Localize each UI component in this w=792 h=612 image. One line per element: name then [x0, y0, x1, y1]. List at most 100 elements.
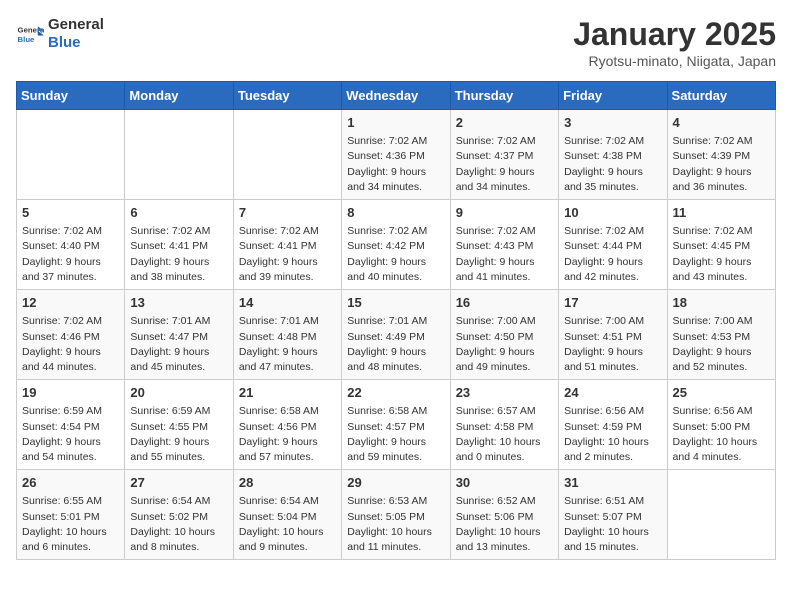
calendar-cell: 2Sunrise: 7:02 AM Sunset: 4:37 PM Daylig…	[450, 110, 558, 200]
logo-blue: Blue	[48, 34, 104, 52]
day-number: 28	[239, 474, 336, 492]
week-row-5: 26 Sunrise: 6:55 AM Sunset: 5:01 PM Dayli…	[17, 470, 776, 560]
day-number: 22	[347, 384, 444, 402]
day-number: 27	[130, 474, 227, 492]
day-number: 30	[456, 474, 553, 492]
calendar-cell: 6 Sunrise: 7:02 AM Sunset: 4:41 PM Daylig…	[125, 200, 233, 290]
weekday-row: SundayMondayTuesdayWednesdayThursdayFrid…	[17, 82, 776, 110]
calendar-cell	[17, 110, 125, 200]
day-info: Sunrise: 7:02 AM Sunset: 4:41 PM Dayligh…	[239, 224, 336, 285]
day-info: Sunrise: 6:54 AM Sunset: 5:02 PM Dayligh…	[130, 494, 227, 555]
day-number: 10	[564, 204, 661, 222]
week-row-4: 19 Sunrise: 6:59 AM Sunset: 4:54 PM Dayli…	[17, 380, 776, 470]
calendar-cell: 23 Sunrise: 6:57 AM Sunset: 4:58 PM Dayli…	[450, 380, 558, 470]
day-info: Sunrise: 6:54 AM Sunset: 5:04 PM Dayligh…	[239, 494, 336, 555]
day-info: Sunrise: 7:00 AM Sunset: 4:53 PM Dayligh…	[673, 314, 770, 375]
calendar-cell	[233, 110, 341, 200]
day-info: Sunrise: 7:01 AM Sunset: 4:47 PM Dayligh…	[130, 314, 227, 375]
day-number: 29	[347, 474, 444, 492]
calendar-cell: 18 Sunrise: 7:00 AM Sunset: 4:53 PM Dayli…	[667, 290, 775, 380]
calendar-cell: 9Sunrise: 7:02 AM Sunset: 4:43 PM Daylig…	[450, 200, 558, 290]
weekday-header-wednesday: Wednesday	[342, 82, 450, 110]
calendar-cell: 15 Sunrise: 7:01 AM Sunset: 4:49 PM Dayli…	[342, 290, 450, 380]
logo-icon: General Blue	[16, 20, 44, 48]
calendar-cell: 7 Sunrise: 7:02 AM Sunset: 4:41 PM Daylig…	[233, 200, 341, 290]
day-number: 18	[673, 294, 770, 312]
day-number: 11	[673, 204, 770, 222]
calendar-cell: 30 Sunrise: 6:52 AM Sunset: 5:06 PM Dayli…	[450, 470, 558, 560]
day-number: 23	[456, 384, 553, 402]
calendar-cell: 29 Sunrise: 6:53 AM Sunset: 5:05 PM Dayli…	[342, 470, 450, 560]
day-info: Sunrise: 7:02 AM Sunset: 4:37 PM Dayligh…	[456, 134, 553, 195]
calendar-cell: 21 Sunrise: 6:58 AM Sunset: 4:56 PM Dayli…	[233, 380, 341, 470]
day-number: 26	[22, 474, 119, 492]
calendar-cell: 1 Sunrise: 7:02 AM Sunset: 4:36 PM Daylig…	[342, 110, 450, 200]
day-number: 8	[347, 204, 444, 222]
day-number: 15	[347, 294, 444, 312]
calendar-cell: 22 Sunrise: 6:58 AM Sunset: 4:57 PM Dayli…	[342, 380, 450, 470]
day-info: Sunrise: 7:00 AM Sunset: 4:50 PM Dayligh…	[456, 314, 553, 375]
day-number: 17	[564, 294, 661, 312]
calendar-header: SundayMondayTuesdayWednesdayThursdayFrid…	[17, 82, 776, 110]
calendar-cell: 20Sunrise: 6:59 AM Sunset: 4:55 PM Dayli…	[125, 380, 233, 470]
day-number: 19	[22, 384, 119, 402]
day-info: Sunrise: 7:02 AM Sunset: 4:40 PM Dayligh…	[22, 224, 119, 285]
calendar-cell: 12Sunrise: 7:02 AM Sunset: 4:46 PM Dayli…	[17, 290, 125, 380]
day-info: Sunrise: 6:58 AM Sunset: 4:57 PM Dayligh…	[347, 404, 444, 465]
logo-general: General	[48, 16, 104, 34]
day-info: Sunrise: 6:56 AM Sunset: 4:59 PM Dayligh…	[564, 404, 661, 465]
calendar-cell	[667, 470, 775, 560]
calendar-cell: 13Sunrise: 7:01 AM Sunset: 4:47 PM Dayli…	[125, 290, 233, 380]
day-info: Sunrise: 7:02 AM Sunset: 4:42 PM Dayligh…	[347, 224, 444, 285]
day-info: Sunrise: 7:01 AM Sunset: 4:48 PM Dayligh…	[239, 314, 336, 375]
calendar-cell: 5Sunrise: 7:02 AM Sunset: 4:40 PM Daylig…	[17, 200, 125, 290]
calendar-cell: 11 Sunrise: 7:02 AM Sunset: 4:45 PM Dayli…	[667, 200, 775, 290]
day-info: Sunrise: 6:55 AM Sunset: 5:01 PM Dayligh…	[22, 494, 119, 555]
weekday-header-saturday: Saturday	[667, 82, 775, 110]
calendar-cell: 26 Sunrise: 6:55 AM Sunset: 5:01 PM Dayli…	[17, 470, 125, 560]
day-info: Sunrise: 7:02 AM Sunset: 4:45 PM Dayligh…	[673, 224, 770, 285]
day-number: 3	[564, 114, 661, 132]
day-info: Sunrise: 7:02 AM Sunset: 4:41 PM Dayligh…	[130, 224, 227, 285]
weekday-header-tuesday: Tuesday	[233, 82, 341, 110]
calendar-cell: 3 Sunrise: 7:02 AM Sunset: 4:38 PM Daylig…	[559, 110, 667, 200]
day-info: Sunrise: 6:53 AM Sunset: 5:05 PM Dayligh…	[347, 494, 444, 555]
page-header: General Blue General Blue January 2025 R…	[16, 16, 776, 69]
day-info: Sunrise: 6:51 AM Sunset: 5:07 PM Dayligh…	[564, 494, 661, 555]
day-info: Sunrise: 6:58 AM Sunset: 4:56 PM Dayligh…	[239, 404, 336, 465]
day-number: 7	[239, 204, 336, 222]
day-info: Sunrise: 6:57 AM Sunset: 4:58 PM Dayligh…	[456, 404, 553, 465]
page-title: January 2025	[573, 16, 776, 53]
week-row-1: 1 Sunrise: 7:02 AM Sunset: 4:36 PM Daylig…	[17, 110, 776, 200]
calendar-cell: 31Sunrise: 6:51 AM Sunset: 5:07 PM Dayli…	[559, 470, 667, 560]
weekday-header-monday: Monday	[125, 82, 233, 110]
day-number: 4	[673, 114, 770, 132]
day-info: Sunrise: 6:52 AM Sunset: 5:06 PM Dayligh…	[456, 494, 553, 555]
calendar-cell: 28 Sunrise: 6:54 AM Sunset: 5:04 PM Dayli…	[233, 470, 341, 560]
week-row-2: 5Sunrise: 7:02 AM Sunset: 4:40 PM Daylig…	[17, 200, 776, 290]
day-info: Sunrise: 7:00 AM Sunset: 4:51 PM Dayligh…	[564, 314, 661, 375]
day-number: 1	[347, 114, 444, 132]
day-number: 16	[456, 294, 553, 312]
day-info: Sunrise: 7:01 AM Sunset: 4:49 PM Dayligh…	[347, 314, 444, 375]
day-info: Sunrise: 7:02 AM Sunset: 4:38 PM Dayligh…	[564, 134, 661, 195]
calendar-cell: 27 Sunrise: 6:54 AM Sunset: 5:02 PM Dayli…	[125, 470, 233, 560]
day-number: 20	[130, 384, 227, 402]
day-number: 14	[239, 294, 336, 312]
day-info: Sunrise: 7:02 AM Sunset: 4:36 PM Dayligh…	[347, 134, 444, 195]
day-number: 9	[456, 204, 553, 222]
calendar-cell	[125, 110, 233, 200]
day-info: Sunrise: 6:59 AM Sunset: 4:54 PM Dayligh…	[22, 404, 119, 465]
title-block: January 2025 Ryotsu-minato, Niigata, Jap…	[573, 16, 776, 69]
day-number: 21	[239, 384, 336, 402]
weekday-header-thursday: Thursday	[450, 82, 558, 110]
day-number: 6	[130, 204, 227, 222]
page-subtitle: Ryotsu-minato, Niigata, Japan	[573, 53, 776, 69]
calendar-cell: 24Sunrise: 6:56 AM Sunset: 4:59 PM Dayli…	[559, 380, 667, 470]
weekday-header-sunday: Sunday	[17, 82, 125, 110]
calendar-body: 1 Sunrise: 7:02 AM Sunset: 4:36 PM Daylig…	[17, 110, 776, 560]
calendar-cell: 10Sunrise: 7:02 AM Sunset: 4:44 PM Dayli…	[559, 200, 667, 290]
day-number: 25	[673, 384, 770, 402]
day-info: Sunrise: 6:56 AM Sunset: 5:00 PM Dayligh…	[673, 404, 770, 465]
calendar-cell: 19 Sunrise: 6:59 AM Sunset: 4:54 PM Dayli…	[17, 380, 125, 470]
